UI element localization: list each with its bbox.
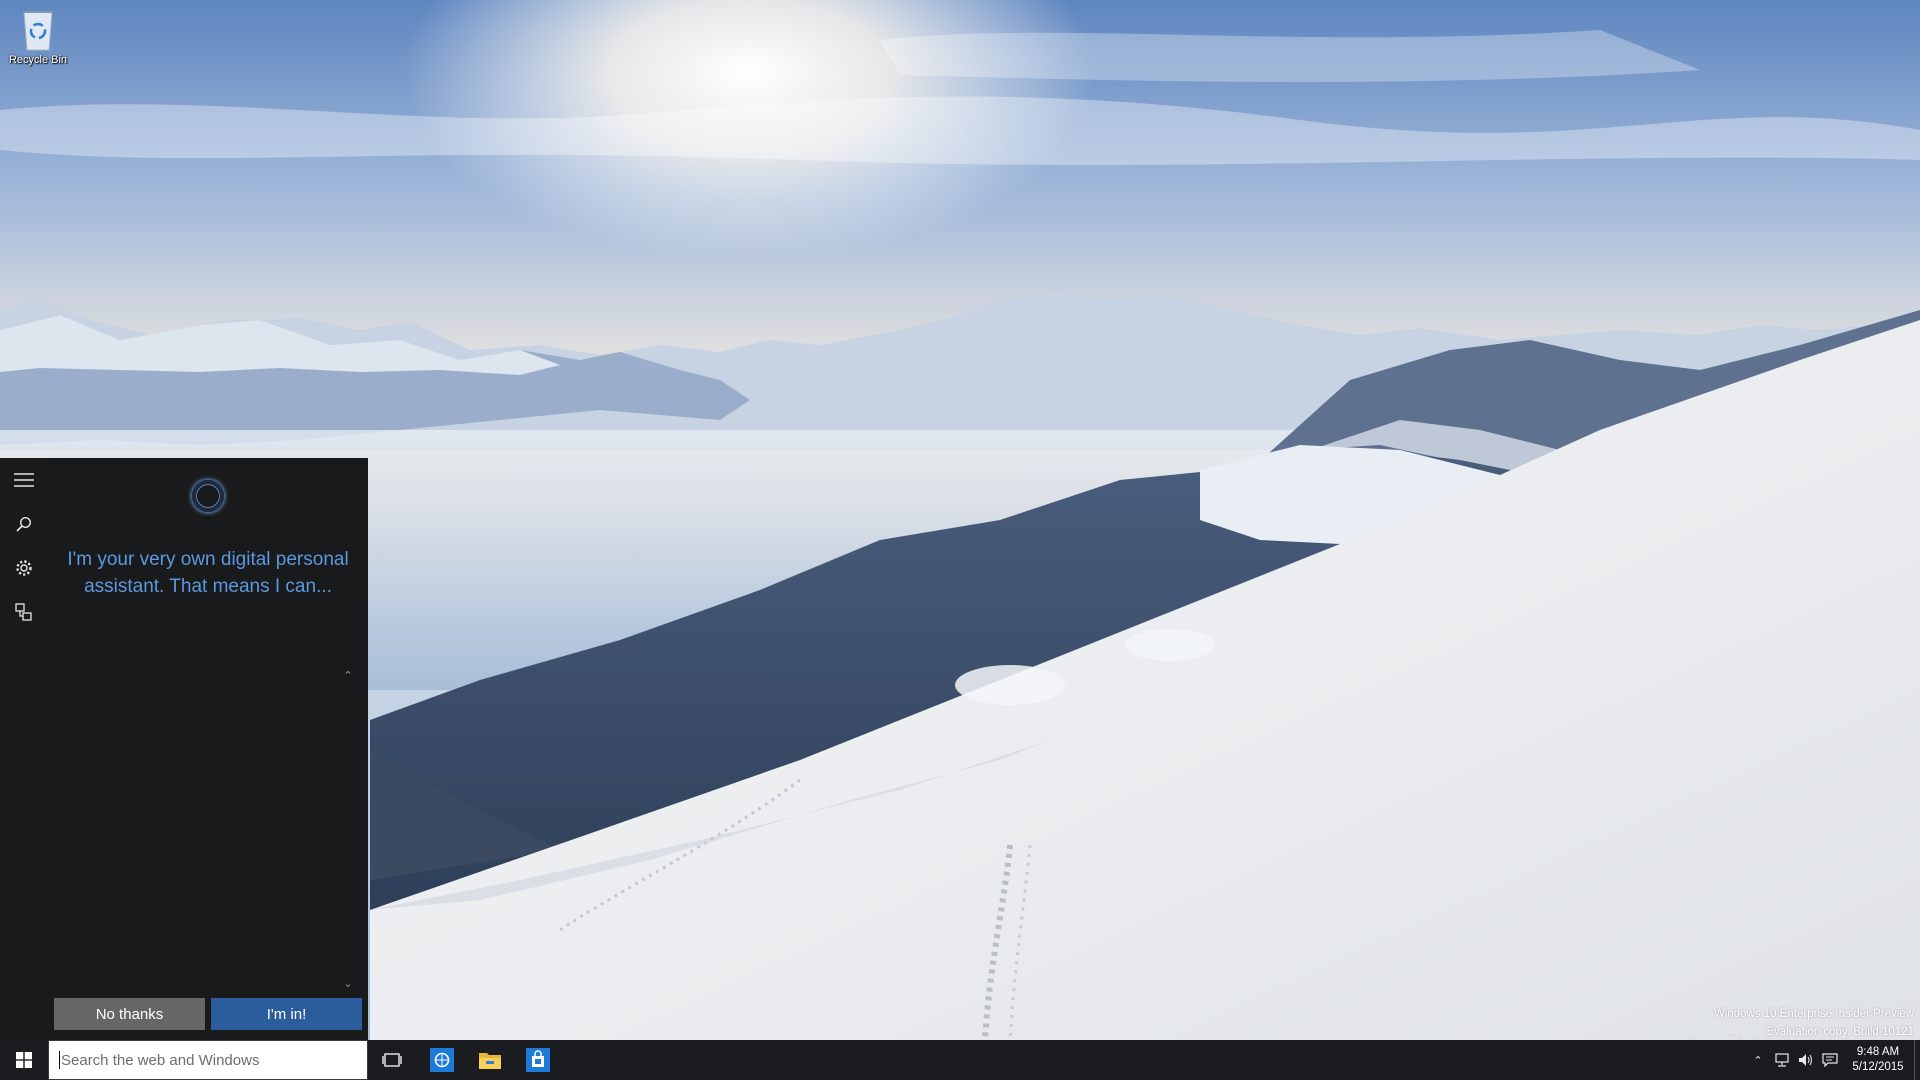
network-icon[interactable] [1770, 1040, 1794, 1080]
cortana-choice-buttons: No thanks I'm in! [54, 998, 362, 1030]
recycle-bin-icon [23, 11, 53, 51]
taskbar: ⌃ 9:48 AM 5/12/2015 [0, 1040, 1920, 1080]
windows-logo-icon [16, 1052, 32, 1068]
volume-icon[interactable] [1794, 1040, 1818, 1080]
cortana-nav-rail [0, 458, 48, 1040]
recycle-bin-shortcut[interactable]: Recycle Bin [2, 6, 74, 76]
store-button[interactable] [514, 1040, 562, 1080]
store-icon [526, 1048, 550, 1072]
scroll-down-icon[interactable]: ⌄ [342, 978, 354, 990]
scroll-up-icon[interactable]: ⌃ [342, 670, 354, 682]
text-caret [59, 1051, 60, 1069]
clock-date: 5/12/2015 [1852, 1061, 1904, 1073]
system-tray: ⌃ 9:48 AM 5/12/2015 [1746, 1040, 1920, 1080]
search-input[interactable] [61, 1051, 341, 1069]
hamburger-menu-icon[interactable] [0, 458, 48, 502]
clock-time: 9:48 AM [1856, 1046, 1900, 1058]
file-explorer-button[interactable] [466, 1040, 514, 1080]
file-explorer-icon [479, 1053, 501, 1069]
no-thanks-button[interactable]: No thanks [54, 998, 205, 1030]
watermark-edition: Windows 10 Enterprise Insider Preview [1713, 1008, 1914, 1020]
clock[interactable]: 9:48 AM 5/12/2015 [1842, 1040, 1914, 1080]
task-view-icon [382, 1053, 402, 1067]
feedback-icon[interactable] [0, 590, 48, 634]
cortana-intro-message: I'm your very own digital personal assis… [67, 549, 349, 597]
gear-icon[interactable] [0, 546, 48, 590]
start-button[interactable] [0, 1040, 48, 1080]
internet-explorer-icon [430, 1048, 454, 1072]
task-view-button[interactable] [368, 1040, 416, 1080]
show-desktop-button[interactable] [1914, 1040, 1920, 1080]
im-in-button[interactable]: I'm in! [211, 998, 362, 1030]
recycle-bin-label: Recycle Bin [8, 54, 68, 66]
cortana-panel: I'm your very own digital personal assis… [48, 458, 368, 1040]
search-icon[interactable] [0, 502, 48, 546]
action-center-icon[interactable] [1818, 1040, 1842, 1080]
internet-explorer-button[interactable] [418, 1040, 466, 1080]
chevron-up-icon[interactable]: ⌃ [1746, 1040, 1770, 1080]
taskbar-search-box[interactable] [48, 1040, 368, 1080]
cortana-logo-icon [192, 480, 224, 512]
